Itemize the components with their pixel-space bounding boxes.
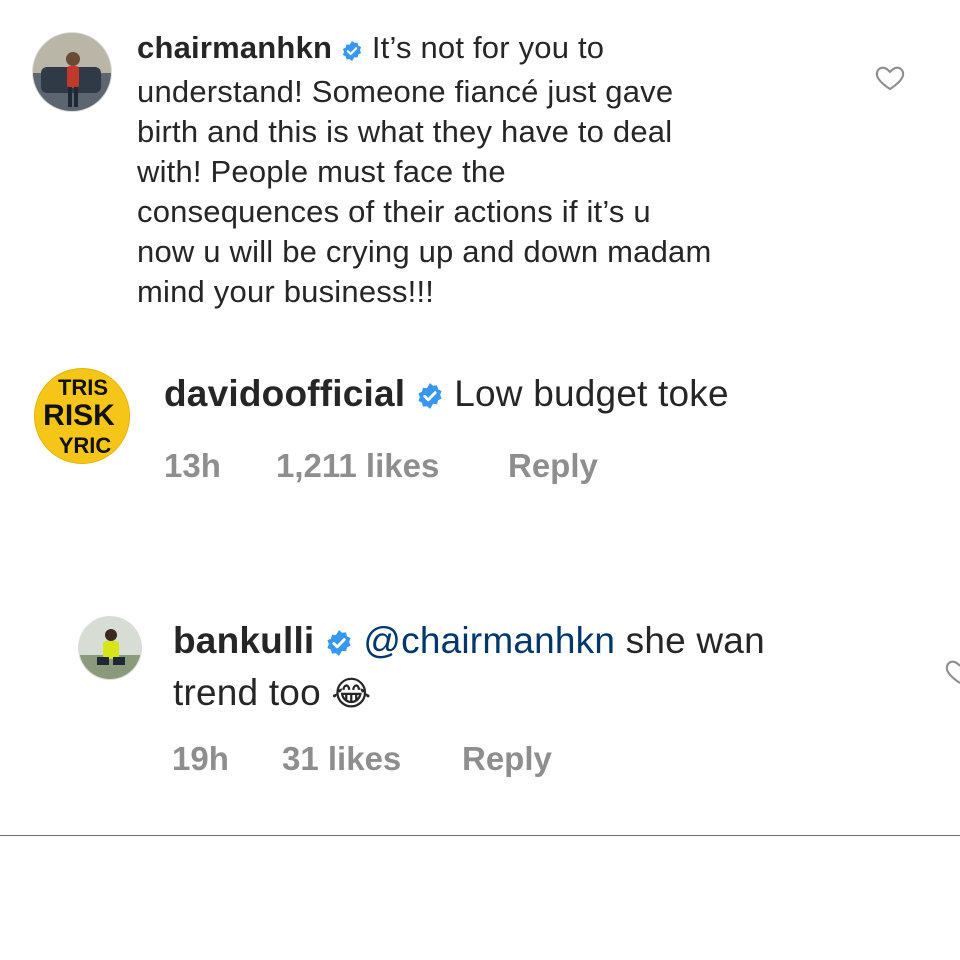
reply-button[interactable]: Reply (462, 740, 552, 778)
username[interactable]: davidoofficial (164, 373, 405, 414)
comment-meta: 19h 31 likes Reply (172, 740, 552, 778)
comment-text: davidoofficial Low budget toke (164, 372, 924, 420)
verified-badge-icon (325, 621, 353, 669)
comment-line-7: mind your business!!! (137, 274, 435, 309)
svg-text:RISK: RISK (43, 399, 115, 432)
comment-line-3: birth and this is what they have to deal (137, 114, 673, 149)
comment-line-2: trend too 😂 (173, 669, 933, 718)
verified-badge-icon (341, 32, 363, 72)
like-count[interactable]: 31 likes (282, 740, 462, 778)
avatar[interactable] (78, 616, 142, 680)
comment-line-1: bankulli @chairmanhkn she wan (173, 617, 933, 669)
avatar[interactable] (32, 32, 112, 112)
comment-meta: 13h 1,211 likes Reply (164, 447, 598, 485)
comment-time[interactable]: 19h (172, 740, 282, 778)
mention-link[interactable]: @chairmanhkn (363, 620, 615, 661)
comment-line-1: chairmanhkn It’s not for you to (137, 28, 897, 72)
avatar[interactable]: TRIS RISK YRIC (34, 368, 130, 464)
comment-line-2: understand! Someone fiancé just gave (137, 74, 674, 109)
comment-line-text: It’s not for you to (371, 30, 605, 65)
divider (0, 835, 960, 836)
comment-line-4: with! People must face the (137, 154, 506, 189)
comment-line-5: consequences of their actions if it’s u (137, 194, 651, 229)
laughing-emoji-icon: 😂 (331, 675, 372, 713)
username[interactable]: bankulli (173, 620, 314, 661)
comment-line-6: now u will be crying up and down madam (137, 234, 712, 269)
like-heart-icon[interactable] (874, 62, 906, 97)
comment-text: bankulli @chairmanhkn she wan trend too … (173, 617, 933, 718)
comment-text: chairmanhkn It’s not for you to understa… (137, 28, 897, 312)
comment-body: Low budget toke (454, 373, 729, 414)
username[interactable]: chairmanhkn (137, 30, 332, 65)
comment-time[interactable]: 13h (164, 447, 276, 485)
avatar-photo (33, 33, 111, 111)
comment-body: she wan (625, 620, 765, 661)
reply-button[interactable]: Reply (508, 447, 598, 485)
like-heart-icon[interactable] (944, 656, 960, 691)
comment-body-line-2: trend too (173, 672, 321, 713)
svg-text:YRIC: YRIC (59, 433, 112, 458)
avatar-logo: TRIS RISK YRIC (35, 369, 129, 463)
avatar-photo (79, 617, 141, 679)
like-count[interactable]: 1,211 likes (276, 447, 508, 485)
verified-badge-icon (416, 376, 444, 420)
svg-text:TRIS: TRIS (58, 375, 108, 400)
